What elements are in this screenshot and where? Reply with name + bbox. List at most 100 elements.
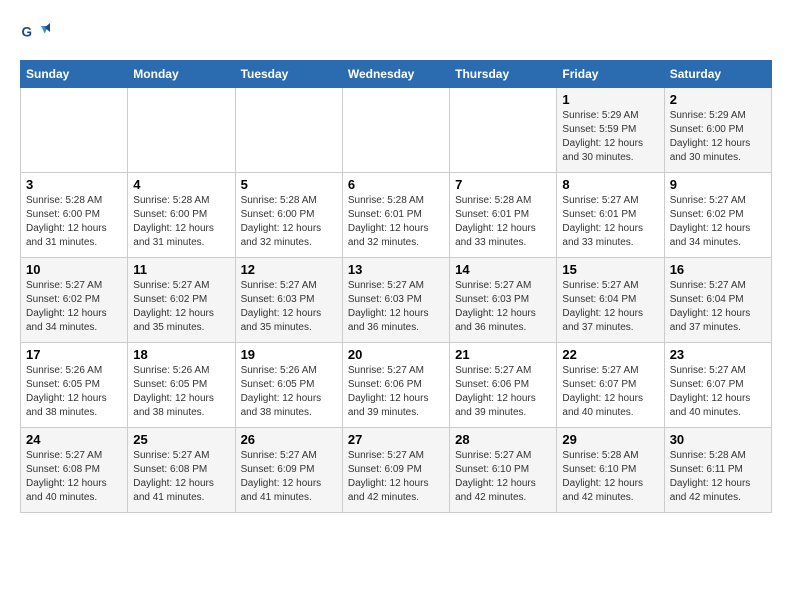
- calendar-cell: 10 Sunrise: 5:27 AM Sunset: 6:02 PM Dayli…: [21, 258, 128, 343]
- day-info: Sunrise: 5:27 AM Sunset: 6:06 PM Dayligh…: [348, 364, 444, 420]
- day-number: 14: [455, 262, 551, 277]
- day-number: 28: [455, 432, 551, 447]
- calendar-cell: [235, 88, 342, 173]
- day-number: 9: [670, 177, 766, 192]
- day-number: 8: [562, 177, 658, 192]
- calendar-cell: 30 Sunrise: 5:28 AM Sunset: 6:11 PM Dayli…: [664, 428, 771, 513]
- calendar-cell: 14 Sunrise: 5:27 AM Sunset: 6:03 PM Dayli…: [450, 258, 557, 343]
- calendar-cell: 6 Sunrise: 5:28 AM Sunset: 6:01 PM Daylig…: [342, 173, 449, 258]
- calendar-cell: 28 Sunrise: 5:27 AM Sunset: 6:10 PM Dayli…: [450, 428, 557, 513]
- calendar-cell: 27 Sunrise: 5:27 AM Sunset: 6:09 PM Dayli…: [342, 428, 449, 513]
- day-info: Sunrise: 5:27 AM Sunset: 6:01 PM Dayligh…: [562, 194, 658, 250]
- day-info: Sunrise: 5:27 AM Sunset: 6:02 PM Dayligh…: [133, 279, 229, 335]
- col-header-monday: Monday: [128, 61, 235, 88]
- day-info: Sunrise: 5:28 AM Sunset: 6:01 PM Dayligh…: [348, 194, 444, 250]
- calendar-cell: [21, 88, 128, 173]
- day-info: Sunrise: 5:28 AM Sunset: 6:01 PM Dayligh…: [455, 194, 551, 250]
- day-number: 20: [348, 347, 444, 362]
- calendar-cell: 8 Sunrise: 5:27 AM Sunset: 6:01 PM Daylig…: [557, 173, 664, 258]
- day-number: 6: [348, 177, 444, 192]
- calendar-cell: 29 Sunrise: 5:28 AM Sunset: 6:10 PM Dayli…: [557, 428, 664, 513]
- col-header-saturday: Saturday: [664, 61, 771, 88]
- calendar-table: SundayMondayTuesdayWednesdayThursdayFrid…: [20, 60, 772, 513]
- day-info: Sunrise: 5:27 AM Sunset: 6:04 PM Dayligh…: [670, 279, 766, 335]
- calendar-cell: 9 Sunrise: 5:27 AM Sunset: 6:02 PM Daylig…: [664, 173, 771, 258]
- day-number: 26: [241, 432, 337, 447]
- day-number: 30: [670, 432, 766, 447]
- calendar-cell: 13 Sunrise: 5:27 AM Sunset: 6:03 PM Dayli…: [342, 258, 449, 343]
- day-number: 21: [455, 347, 551, 362]
- calendar-cell: 7 Sunrise: 5:28 AM Sunset: 6:01 PM Daylig…: [450, 173, 557, 258]
- day-info: Sunrise: 5:27 AM Sunset: 6:09 PM Dayligh…: [241, 449, 337, 505]
- day-number: 3: [26, 177, 122, 192]
- day-info: Sunrise: 5:27 AM Sunset: 6:10 PM Dayligh…: [455, 449, 551, 505]
- day-info: Sunrise: 5:28 AM Sunset: 6:11 PM Dayligh…: [670, 449, 766, 505]
- day-info: Sunrise: 5:26 AM Sunset: 6:05 PM Dayligh…: [241, 364, 337, 420]
- day-info: Sunrise: 5:27 AM Sunset: 6:03 PM Dayligh…: [455, 279, 551, 335]
- col-header-thursday: Thursday: [450, 61, 557, 88]
- day-number: 12: [241, 262, 337, 277]
- day-number: 15: [562, 262, 658, 277]
- day-info: Sunrise: 5:27 AM Sunset: 6:03 PM Dayligh…: [348, 279, 444, 335]
- day-info: Sunrise: 5:28 AM Sunset: 6:00 PM Dayligh…: [241, 194, 337, 250]
- col-header-tuesday: Tuesday: [235, 61, 342, 88]
- day-number: 17: [26, 347, 122, 362]
- calendar-cell: 15 Sunrise: 5:27 AM Sunset: 6:04 PM Dayli…: [557, 258, 664, 343]
- col-header-sunday: Sunday: [21, 61, 128, 88]
- calendar-cell: 24 Sunrise: 5:27 AM Sunset: 6:08 PM Dayli…: [21, 428, 128, 513]
- day-number: 29: [562, 432, 658, 447]
- day-number: 23: [670, 347, 766, 362]
- day-info: Sunrise: 5:27 AM Sunset: 6:08 PM Dayligh…: [26, 449, 122, 505]
- calendar-cell: 16 Sunrise: 5:27 AM Sunset: 6:04 PM Dayli…: [664, 258, 771, 343]
- day-info: Sunrise: 5:29 AM Sunset: 6:00 PM Dayligh…: [670, 109, 766, 165]
- day-info: Sunrise: 5:27 AM Sunset: 6:08 PM Dayligh…: [133, 449, 229, 505]
- day-info: Sunrise: 5:27 AM Sunset: 6:07 PM Dayligh…: [562, 364, 658, 420]
- calendar-cell: 1 Sunrise: 5:29 AM Sunset: 5:59 PM Daylig…: [557, 88, 664, 173]
- calendar-cell: 5 Sunrise: 5:28 AM Sunset: 6:00 PM Daylig…: [235, 173, 342, 258]
- day-info: Sunrise: 5:28 AM Sunset: 6:10 PM Dayligh…: [562, 449, 658, 505]
- day-number: 4: [133, 177, 229, 192]
- day-number: 5: [241, 177, 337, 192]
- col-header-friday: Friday: [557, 61, 664, 88]
- day-info: Sunrise: 5:29 AM Sunset: 5:59 PM Dayligh…: [562, 109, 658, 165]
- calendar-cell: [128, 88, 235, 173]
- calendar-cell: 21Sunrise: 5:27 AM Sunset: 6:06 PM Dayli…: [450, 343, 557, 428]
- day-number: 24: [26, 432, 122, 447]
- calendar-cell: 3 Sunrise: 5:28 AM Sunset: 6:00 PM Daylig…: [21, 173, 128, 258]
- calendar-cell: 25 Sunrise: 5:27 AM Sunset: 6:08 PM Dayli…: [128, 428, 235, 513]
- calendar-cell: 23 Sunrise: 5:27 AM Sunset: 6:07 PM Dayli…: [664, 343, 771, 428]
- day-number: 1: [562, 92, 658, 107]
- day-info: Sunrise: 5:26 AM Sunset: 6:05 PM Dayligh…: [133, 364, 229, 420]
- day-number: 13: [348, 262, 444, 277]
- calendar-cell: 22 Sunrise: 5:27 AM Sunset: 6:07 PM Dayli…: [557, 343, 664, 428]
- calendar-cell: 26 Sunrise: 5:27 AM Sunset: 6:09 PM Dayli…: [235, 428, 342, 513]
- day-number: 18: [133, 347, 229, 362]
- logo-icon: G: [20, 20, 50, 50]
- day-number: 11: [133, 262, 229, 277]
- day-info: Sunrise: 5:27 AM Sunset: 6:04 PM Dayligh…: [562, 279, 658, 335]
- day-info: Sunrise: 5:27 AM Sunset: 6:07 PM Dayligh…: [670, 364, 766, 420]
- calendar-cell: 17Sunrise: 5:26 AM Sunset: 6:05 PM Dayli…: [21, 343, 128, 428]
- day-number: 10: [26, 262, 122, 277]
- day-info: Sunrise: 5:28 AM Sunset: 6:00 PM Dayligh…: [26, 194, 122, 250]
- calendar-cell: 4 Sunrise: 5:28 AM Sunset: 6:00 PM Daylig…: [128, 173, 235, 258]
- calendar-cell: 2Sunrise: 5:29 AM Sunset: 6:00 PM Daylig…: [664, 88, 771, 173]
- day-number: 22: [562, 347, 658, 362]
- svg-text:G: G: [22, 25, 33, 40]
- day-info: Sunrise: 5:27 AM Sunset: 6:02 PM Dayligh…: [26, 279, 122, 335]
- day-number: 25: [133, 432, 229, 447]
- day-info: Sunrise: 5:27 AM Sunset: 6:03 PM Dayligh…: [241, 279, 337, 335]
- day-number: 19: [241, 347, 337, 362]
- calendar-cell: 20 Sunrise: 5:27 AM Sunset: 6:06 PM Dayli…: [342, 343, 449, 428]
- page-header: G: [20, 20, 772, 50]
- day-info: Sunrise: 5:27 AM Sunset: 6:09 PM Dayligh…: [348, 449, 444, 505]
- col-header-wednesday: Wednesday: [342, 61, 449, 88]
- day-number: 7: [455, 177, 551, 192]
- calendar-cell: 11 Sunrise: 5:27 AM Sunset: 6:02 PM Dayli…: [128, 258, 235, 343]
- day-info: Sunrise: 5:27 AM Sunset: 6:02 PM Dayligh…: [670, 194, 766, 250]
- day-number: 27: [348, 432, 444, 447]
- day-info: Sunrise: 5:28 AM Sunset: 6:00 PM Dayligh…: [133, 194, 229, 250]
- calendar-cell: 19 Sunrise: 5:26 AM Sunset: 6:05 PM Dayli…: [235, 343, 342, 428]
- calendar-cell: [450, 88, 557, 173]
- day-number: 16: [670, 262, 766, 277]
